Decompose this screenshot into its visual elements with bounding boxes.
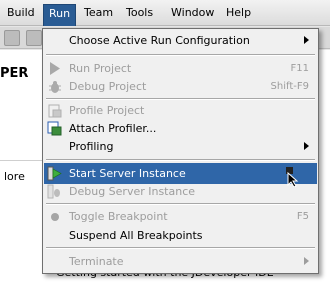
menu-item-label: Choose Active Run Configuration bbox=[69, 34, 250, 47]
menu-help[interactable]: Help bbox=[221, 4, 256, 26]
menu-tools[interactable]: Tools bbox=[121, 4, 158, 26]
profile-icon bbox=[47, 103, 62, 118]
menu-window-label: Window bbox=[171, 6, 215, 19]
menu-window[interactable]: Window bbox=[166, 4, 219, 26]
start-server-icon bbox=[47, 166, 62, 181]
menu-team[interactable]: Team bbox=[79, 4, 118, 26]
menu-item-toggle-breakpoint[interactable]: Toggle Breakpoint F5 bbox=[44, 206, 317, 227]
menu-item-terminate[interactable]: Terminate bbox=[44, 251, 317, 272]
submenu-arrow-icon bbox=[304, 257, 309, 265]
menu-team-label: Team bbox=[84, 6, 114, 19]
debug-icon bbox=[47, 79, 62, 94]
menu-separator bbox=[46, 247, 315, 249]
menu-item-label: Toggle Breakpoint bbox=[69, 210, 168, 223]
page-heading: PER bbox=[0, 66, 29, 81]
menu-item-shortcut: Shift-F9 bbox=[270, 81, 309, 92]
menu-item-label: Debug Server Instance bbox=[69, 185, 196, 198]
menu-item-label: Debug Project bbox=[69, 80, 147, 93]
menu-item-label: Profiling bbox=[69, 140, 114, 153]
debug-server-icon bbox=[47, 184, 62, 199]
mouse-cursor-icon bbox=[286, 167, 299, 187]
menu-separator bbox=[46, 203, 315, 205]
breakpoint-icon bbox=[47, 209, 62, 224]
menu-separator bbox=[46, 159, 315, 161]
menu-help-label: Help bbox=[226, 6, 252, 19]
menu-item-label: Suspend All Breakpoints bbox=[69, 229, 203, 242]
toolbar-save-icon[interactable] bbox=[4, 30, 20, 46]
menu-run[interactable]: Run bbox=[43, 4, 77, 26]
submenu-arrow-icon bbox=[304, 36, 309, 44]
menu-run-label: Run bbox=[49, 7, 71, 20]
menu-separator bbox=[46, 54, 315, 56]
menubar: Build Run Team Tools Window Help bbox=[0, 0, 330, 26]
menu-item-shortcut: F5 bbox=[296, 211, 309, 222]
menu-tools-label: Tools bbox=[126, 6, 154, 19]
explore-link[interactable]: lore bbox=[4, 170, 25, 183]
menu-item-suspend-all-breakpoints[interactable]: Suspend All Breakpoints bbox=[44, 225, 317, 246]
menu-item-profiling[interactable]: Profiling bbox=[44, 136, 317, 157]
attach-profiler-icon bbox=[47, 121, 62, 136]
menu-item-debug-project[interactable]: Debug Project Shift-F9 bbox=[44, 76, 317, 97]
menu-item-choose-active-run-configuration[interactable]: Choose Active Run Configuration bbox=[44, 30, 317, 51]
menu-build[interactable]: Build bbox=[2, 4, 40, 26]
submenu-arrow-icon bbox=[304, 142, 309, 150]
run-icon bbox=[47, 61, 62, 76]
divider bbox=[0, 160, 46, 161]
toolbar-run-icon[interactable] bbox=[26, 30, 42, 46]
menu-build-label: Build bbox=[7, 6, 35, 19]
menu-item-label: Terminate bbox=[69, 255, 124, 268]
menu-item-debug-server-instance[interactable]: Debug Server Instance bbox=[44, 181, 317, 202]
run-menu-dropdown: Choose Active Run Configuration Run Proj… bbox=[42, 28, 319, 274]
